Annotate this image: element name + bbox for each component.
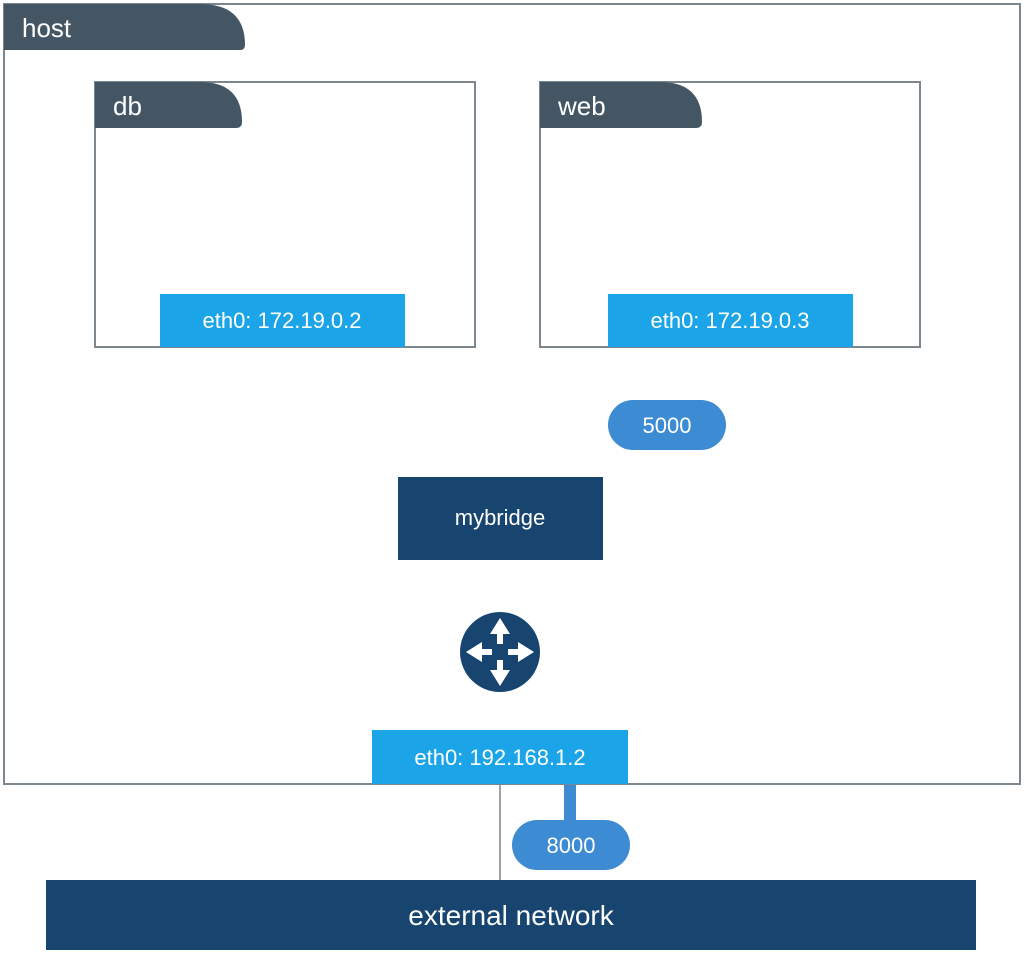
container-web: web eth0: 172.19.0.3 bbox=[540, 82, 920, 347]
db-label: db bbox=[113, 91, 142, 121]
host-label: host bbox=[22, 13, 72, 43]
external-label: external network bbox=[408, 900, 614, 931]
router-icon bbox=[460, 612, 540, 692]
host-eth-label: eth0: 192.168.1.2 bbox=[414, 745, 585, 770]
bridge: mybridge bbox=[398, 477, 603, 560]
web-label: web bbox=[557, 91, 606, 121]
network-diagram: host db eth0: 172.19.0.2 web eth0: 172.1… bbox=[0, 0, 1024, 955]
host-eth: eth0: 192.168.1.2 bbox=[372, 730, 628, 784]
port-8000: 8000 bbox=[512, 820, 630, 870]
container-db: db eth0: 172.19.0.2 bbox=[95, 82, 475, 347]
external-network: external network bbox=[46, 880, 976, 950]
db-eth-label: eth0: 172.19.0.2 bbox=[202, 308, 361, 333]
port-5000-label: 5000 bbox=[643, 413, 692, 438]
port-8000-label: 8000 bbox=[547, 833, 596, 858]
web-eth-label: eth0: 172.19.0.3 bbox=[650, 308, 809, 333]
port-5000: 5000 bbox=[608, 400, 726, 450]
bridge-label: mybridge bbox=[455, 505, 545, 530]
